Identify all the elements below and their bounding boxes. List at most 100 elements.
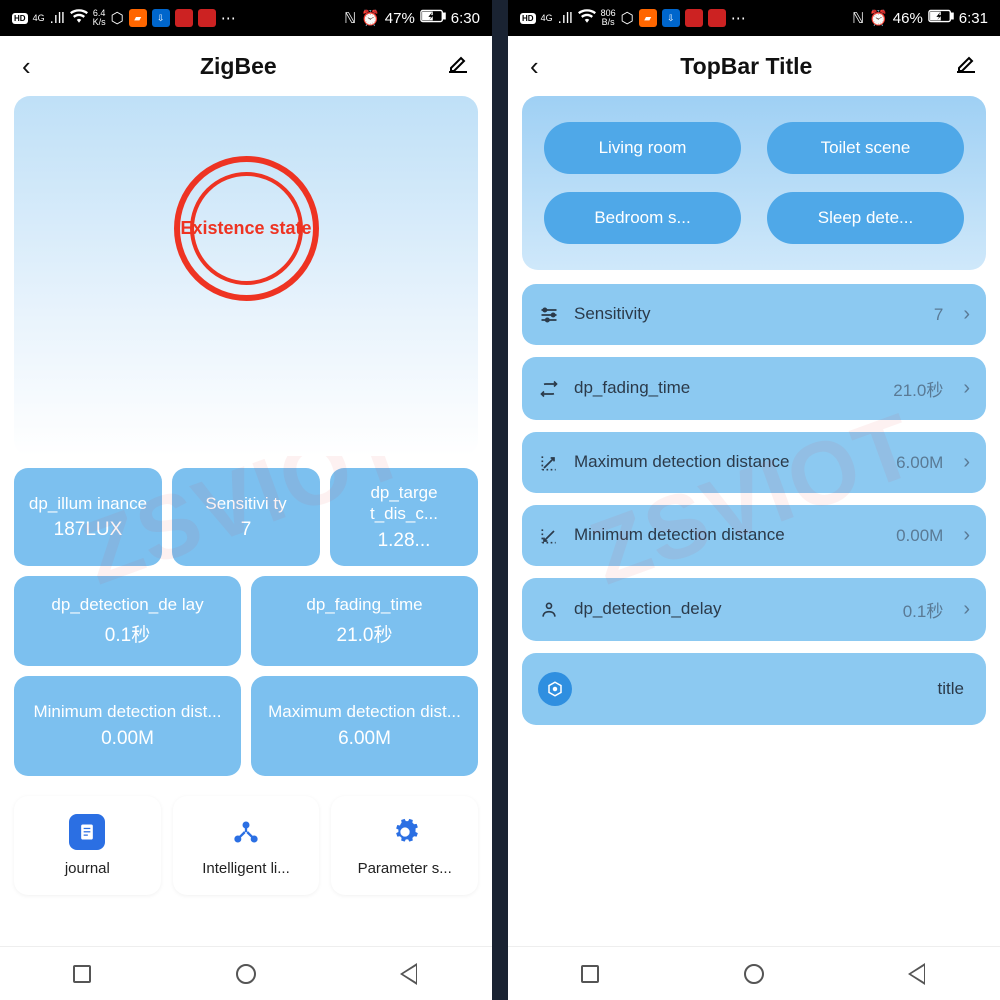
tiles-row-2: dp_detection_de lay0.1秒 dp_fading_time21… [14, 576, 478, 666]
more-icon: ⋯ [221, 9, 236, 27]
tile-target-distance[interactable]: dp_targe t_dis_c...1.28... [330, 468, 478, 566]
left-phone: HD 4G 6.4K/s ⬡ ▰ ⇩ ⋯ ℕ ⏰ 47% 6:30 ‹ ZigB… [0, 0, 492, 1000]
more-icon: ⋯ [731, 9, 746, 27]
row-value: 6.00M [896, 453, 943, 473]
tile-min-distance[interactable]: Minimum detection dist...0.00M [14, 676, 241, 776]
tile-sensitivity[interactable]: Sensitivi ty7 [172, 468, 320, 566]
scene-bedroom[interactable]: Bedroom s... [544, 192, 741, 244]
card-intelligent[interactable]: Intelligent li... [173, 796, 320, 895]
edit-button[interactable] [446, 52, 470, 81]
topbar: ‹ TopBar Title [508, 36, 1000, 96]
nav-home[interactable] [743, 963, 765, 985]
right-phone: HD 4G 806B/s ⬡ ▰ ⇩ ⋯ ℕ ⏰ 46% 6:31 ‹ TopB… [508, 0, 1000, 1000]
back-button[interactable]: ‹ [530, 51, 539, 82]
alarm-icon: ⏰ [869, 9, 888, 27]
row-value: 0.00M [896, 526, 943, 546]
battery-icon [420, 9, 446, 27]
row-sensitivity[interactable]: Sensitivity 7 › [522, 284, 986, 345]
row-label: Maximum detection distance [574, 452, 882, 472]
scene-toilet[interactable]: Toilet scene [767, 122, 964, 174]
app-icon-4 [708, 9, 726, 27]
scene-living-room[interactable]: Living room [544, 122, 741, 174]
status-bar: HD 4G 806B/s ⬡ ▰ ⇩ ⋯ ℕ ⏰ 46% 6:31 [508, 0, 1000, 36]
nav-recent[interactable] [579, 963, 601, 985]
alarm-icon: ⏰ [361, 9, 380, 27]
hd-badge: HD [12, 13, 28, 24]
journal-icon [69, 814, 105, 850]
row-max-distance[interactable]: Maximum detection distance 6.00M › [522, 432, 986, 493]
net-badge: 4G [541, 13, 553, 23]
hero-panel: Existence state [14, 96, 478, 456]
row-value: 21.0秒 [893, 376, 943, 401]
refresh-icon [538, 379, 560, 399]
chevron-right-icon: › [963, 524, 970, 547]
existence-ring: Existence state [174, 156, 319, 301]
app-icon-3 [685, 9, 703, 27]
chevron-right-icon: › [963, 451, 970, 474]
scene-panel: Living room Toilet scene Bedroom s... Sl… [522, 96, 986, 270]
battery-pct: 47% [385, 10, 415, 27]
tile-detection-delay[interactable]: dp_detection_de lay0.1秒 [14, 576, 241, 666]
row-value: 7 [934, 305, 943, 325]
distance-min-icon [538, 526, 560, 546]
watermark: ZSVIOT [578, 394, 930, 606]
row-detection-delay[interactable]: dp_detection_delay 0.1秒 › [522, 578, 986, 641]
nav-back[interactable] [907, 963, 929, 985]
app-icon-1: ▰ [129, 9, 147, 27]
hd-badge: HD [520, 13, 536, 24]
hex-badge-icon [538, 672, 572, 706]
chevron-right-icon: › [963, 598, 970, 621]
edit-button[interactable] [954, 52, 978, 81]
scene-sleep[interactable]: Sleep dete... [767, 192, 964, 244]
tiles-row-1: dp_illum inance187LUX Sensitivi ty7 dp_t… [14, 468, 478, 566]
card-label: Intelligent li... [179, 860, 314, 877]
signal-icon [50, 10, 65, 27]
hex-icon: ⬡ [621, 9, 634, 27]
person-icon [538, 600, 560, 620]
row-label: dp_detection_delay [574, 599, 889, 619]
row-title-extra[interactable]: title [522, 653, 986, 725]
nfc-icon: ℕ [344, 9, 356, 27]
net-speed: 6.4K/s [93, 9, 106, 27]
android-nav [0, 946, 492, 1000]
hex-icon: ⬡ [111, 9, 124, 27]
linkage-icon [228, 814, 264, 850]
row-label: Sensitivity [574, 304, 920, 324]
chevron-right-icon: › [963, 303, 970, 326]
clock: 6:30 [451, 10, 480, 27]
back-button[interactable]: ‹ [22, 51, 31, 82]
card-label: journal [20, 860, 155, 877]
nav-home[interactable] [235, 963, 257, 985]
signal-icon [558, 10, 573, 27]
sliders-icon [538, 306, 560, 324]
nav-recent[interactable] [71, 963, 93, 985]
app-icon-4 [198, 9, 216, 27]
page-title: ZigBee [200, 53, 277, 80]
card-label: Parameter s... [337, 860, 472, 877]
status-bar: HD 4G 6.4K/s ⬡ ▰ ⇩ ⋯ ℕ ⏰ 47% 6:30 [0, 0, 492, 36]
tile-max-distance[interactable]: Maximum detection dist...6.00M [251, 676, 478, 776]
card-journal[interactable]: journal [14, 796, 161, 895]
row-value: title [938, 679, 964, 699]
battery-pct: 46% [893, 10, 923, 27]
topbar: ‹ ZigBee [0, 36, 492, 96]
content: ZSVIOT Living room Toilet scene Bedroom … [508, 96, 1000, 946]
nav-back[interactable] [399, 963, 421, 985]
row-value: 0.1秒 [903, 597, 944, 622]
row-min-distance[interactable]: Minimum detection distance 0.00M › [522, 505, 986, 566]
app-icon-2: ⇩ [662, 9, 680, 27]
row-fading-time[interactable]: dp_fading_time 21.0秒 › [522, 357, 986, 420]
wifi-icon [70, 9, 88, 27]
battery-icon [928, 9, 954, 27]
tile-illuminance[interactable]: dp_illum inance187LUX [14, 468, 162, 566]
app-icon-1: ▰ [639, 9, 657, 27]
android-nav [508, 946, 1000, 1000]
chevron-right-icon: › [963, 377, 970, 400]
card-parameter[interactable]: Parameter s... [331, 796, 478, 895]
app-icon-2: ⇩ [152, 9, 170, 27]
page-title: TopBar Title [680, 53, 812, 80]
row-label: dp_fading_time [574, 378, 879, 398]
net-speed: 806B/s [601, 9, 616, 27]
distance-max-icon [538, 453, 560, 473]
tile-fading-time[interactable]: dp_fading_time21.0秒 [251, 576, 478, 666]
